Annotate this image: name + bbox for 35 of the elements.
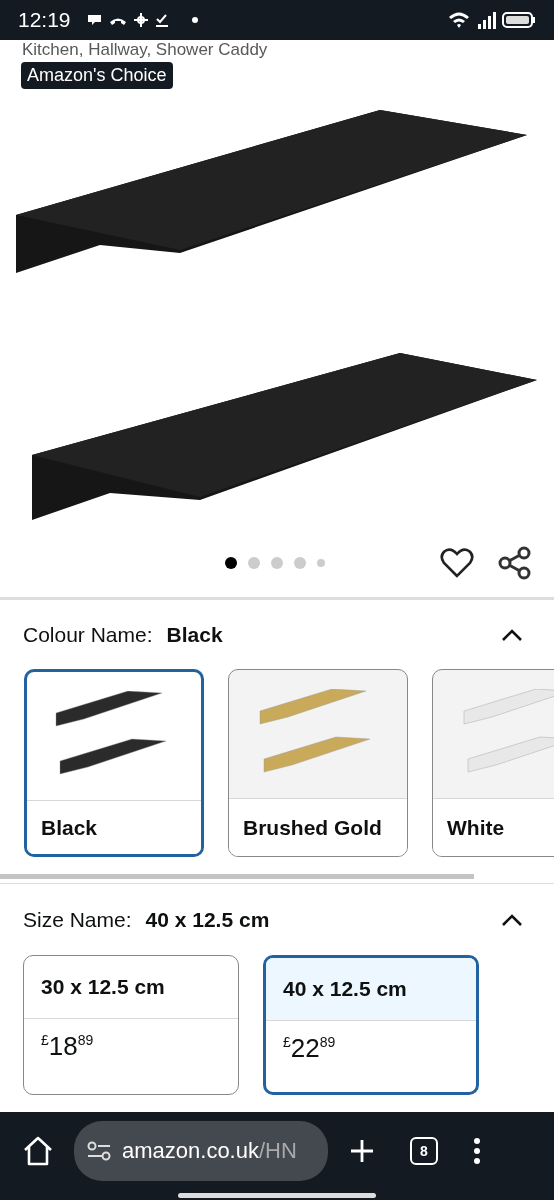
site-settings-icon[interactable] xyxy=(86,1140,112,1162)
plus-icon[interactable] xyxy=(348,1137,376,1165)
heart-icon[interactable] xyxy=(440,547,474,579)
wifi-icon xyxy=(448,11,470,29)
colour-option[interactable]: Black xyxy=(24,669,204,857)
carousel-dot[interactable] xyxy=(248,557,260,569)
colour-label: Colour Name: xyxy=(23,622,153,647)
home-icon[interactable] xyxy=(22,1136,54,1166)
carousel-dot[interactable] xyxy=(271,557,283,569)
share-icon[interactable] xyxy=(498,546,532,580)
status-time: 12:19 xyxy=(18,8,71,32)
price: $^{£}$18$^{89}$ xyxy=(41,1031,94,1061)
size-value: 40 x 12.5 cm xyxy=(145,907,270,932)
colour-value: Black xyxy=(166,622,223,647)
carousel-dot[interactable] xyxy=(294,557,306,569)
price: $^{£}$22$^{89}$ xyxy=(283,1033,336,1063)
colour-option[interactable]: White xyxy=(432,669,554,857)
chat-icon xyxy=(86,13,103,27)
size-label: Size Name: xyxy=(23,907,132,932)
address-bar[interactable]: amazon.co.uk/HN xyxy=(74,1121,328,1181)
url-host: amazon.co.uk xyxy=(122,1138,259,1164)
url-path: /HN xyxy=(258,1138,297,1164)
size-option[interactable]: 30 x 12.5 cm $^{£}$18$^{89}$ xyxy=(23,955,239,1095)
carousel-dot[interactable] xyxy=(225,557,237,569)
dot-icon xyxy=(190,16,199,24)
colour-option[interactable]: Brushed Gold xyxy=(228,669,408,857)
menu-icon[interactable] xyxy=(472,1137,482,1165)
signal-icon xyxy=(476,10,496,30)
choice-badge: Amazon's Choice xyxy=(21,62,173,89)
tab-count-button[interactable]: 8 xyxy=(410,1137,438,1165)
size-option[interactable]: 40 x 12.5 cm $^{£}$22$^{89}$ xyxy=(263,955,479,1095)
checkmark-icon xyxy=(154,13,169,27)
carousel-dot[interactable] xyxy=(317,559,325,567)
product-subtitle: Kitchen, Hallway, Shower Caddy xyxy=(21,40,269,60)
battery-icon xyxy=(502,11,536,29)
